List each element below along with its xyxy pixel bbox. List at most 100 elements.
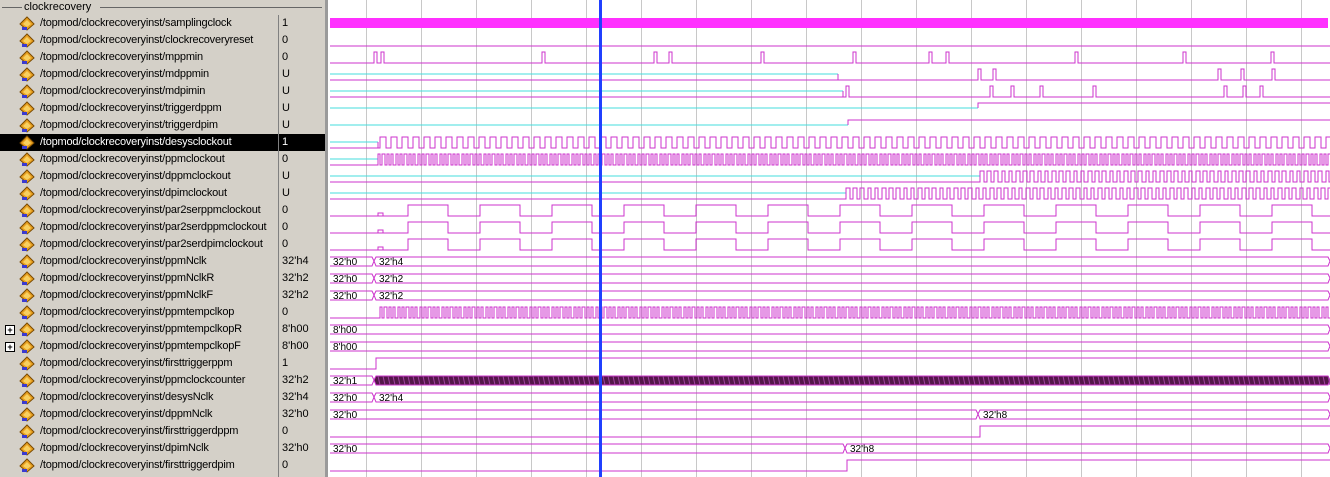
wave-icon	[19, 220, 35, 235]
signal-list-panel: clockrecovery /topmod/clockrecoveryinst/…	[0, 0, 325, 477]
signal-value: U	[282, 170, 290, 182]
signal-row[interactable]: + /topmod/clockrecoveryinst/ppmtempclkop…	[0, 338, 325, 355]
signal-row[interactable]: /topmod/clockrecoveryinst/ppmclockout 0	[0, 151, 325, 168]
signal-value: 8'h00	[282, 323, 309, 335]
signal-row[interactable]: /topmod/clockrecoveryinst/clockrecoveryr…	[0, 32, 325, 49]
signal-name: /topmod/clockrecoveryinst/triggerdpim	[40, 119, 218, 131]
bus-value-label: 32'h8	[983, 410, 1008, 421]
signal-value: 0	[282, 153, 289, 165]
wave-icon	[19, 203, 35, 218]
signal-trace	[330, 306, 1330, 319]
bus-segment	[330, 409, 979, 420]
signal-value: 32'h2	[282, 272, 309, 284]
signal-row[interactable]: /topmod/clockrecoveryinst/ppmNclk 32'h4	[0, 253, 325, 270]
signal-value: U	[282, 85, 290, 97]
signal-row[interactable]: /topmod/clockrecoveryinst/firsttriggerdp…	[0, 457, 325, 474]
waveform-pane[interactable]: 32'h0 32'h4 32'h0 32'h2 32'h0 32'h2 8'h00 8'h00…	[328, 0, 1330, 477]
signal-trace	[330, 238, 1330, 251]
signal-trace	[330, 51, 1330, 64]
signal-trace	[330, 18, 1328, 28]
signal-name: /topmod/clockrecoveryinst/ppmtempclkopR	[40, 323, 242, 335]
signal-row[interactable]: /topmod/clockrecoveryinst/dppmclockout U	[0, 168, 325, 185]
signal-row[interactable]: /topmod/clockrecoveryinst/desysclockout 1	[0, 134, 325, 151]
bus-segment	[330, 324, 1330, 335]
group-header[interactable]: clockrecovery	[0, 0, 325, 15]
bus-segment	[373, 290, 1330, 301]
signal-name: /topmod/clockrecoveryinst/dpimNclk	[40, 442, 209, 454]
signal-trace	[847, 119, 1330, 125]
signal-name: /topmod/clockrecoveryinst/mppmin	[40, 51, 203, 63]
bus-value-label: 32'h8	[850, 444, 875, 455]
signal-name: /topmod/clockrecoveryinst/firsttriggerpp…	[40, 357, 233, 369]
bus-value-label: 32'h0	[333, 393, 358, 404]
signal-row[interactable]: /topmod/clockrecoveryinst/ppmNclkR 32'h2	[0, 270, 325, 287]
signal-row[interactable]: /topmod/clockrecoveryinst/triggerdpim U	[0, 117, 325, 134]
expand-icon[interactable]: +	[5, 342, 15, 352]
signal-name: /topmod/clockrecoveryinst/par2serdppmclo…	[40, 221, 267, 233]
signal-row[interactable]: /topmod/clockrecoveryinst/mppmin 0	[0, 49, 325, 66]
signal-trace	[330, 221, 1330, 234]
wave-icon	[19, 322, 35, 337]
signal-value: 1	[282, 357, 289, 369]
expand-icon[interactable]: +	[5, 325, 15, 335]
wave-icon	[19, 254, 35, 269]
signal-trace	[330, 357, 1330, 370]
bus-value-label: 32'h1	[333, 376, 358, 387]
signal-name: /topmod/clockrecoveryinst/dppmclockout	[40, 170, 231, 182]
signal-name: /topmod/clockrecoveryinst/clockrecoveryr…	[40, 34, 254, 46]
signal-name: /topmod/clockrecoveryinst/par2serppmcloc…	[40, 204, 261, 216]
bus-value-label: 8'h00	[333, 342, 358, 353]
signal-row[interactable]: /topmod/clockrecoveryinst/ppmNclkF 32'h2	[0, 287, 325, 304]
value-column-divider[interactable]	[278, 15, 279, 477]
signal-name: /topmod/clockrecoveryinst/firsttriggerdp…	[40, 459, 235, 471]
signal-row[interactable]: + /topmod/clockrecoveryinst/ppmtempclkop…	[0, 321, 325, 338]
bus-segment	[373, 273, 1330, 284]
signal-value: 1	[282, 17, 289, 29]
bus-segment	[373, 375, 1330, 386]
signal-value: 0	[282, 238, 289, 250]
signal-row[interactable]: /topmod/clockrecoveryinst/mdpimin U	[0, 83, 325, 100]
signal-name: /topmod/clockrecoveryinst/dpimclockout	[40, 187, 227, 199]
wave-icon	[19, 135, 35, 150]
bus-value-label: 32'h0	[333, 274, 358, 285]
signal-trace	[330, 204, 1330, 217]
signal-row[interactable]: /topmod/clockrecoveryinst/samplingclock 1	[0, 15, 325, 32]
wave-icon	[19, 271, 35, 286]
signal-row[interactable]: /topmod/clockrecoveryinst/desysNclk 32'h4	[0, 389, 325, 406]
signal-trace	[837, 74, 840, 81]
signal-row[interactable]: /topmod/clockrecoveryinst/triggerdppm U	[0, 100, 325, 117]
bus-value-label: 32'h0	[333, 444, 358, 455]
signal-value: 32'h4	[282, 391, 309, 403]
wave-icon	[19, 458, 35, 473]
signal-row[interactable]: /topmod/clockrecoveryinst/firsttriggerpp…	[0, 355, 325, 372]
signal-value: 32'h0	[282, 442, 309, 454]
waveform-canvas[interactable]: 32'h0 32'h4 32'h0 32'h2 32'h0 32'h2 8'h00 8'h00…	[328, 0, 1330, 477]
signal-name: /topmod/clockrecoveryinst/ppmclockcounte…	[40, 374, 246, 386]
signal-name: /topmod/clockrecoveryinst/firsttriggerdp…	[40, 425, 239, 437]
wave-icon	[19, 390, 35, 405]
bus-segment	[373, 256, 1330, 267]
bus-segment	[977, 409, 1330, 420]
group-divider-right	[100, 7, 322, 8]
signal-trace	[330, 459, 1330, 472]
signal-row[interactable]: /topmod/clockrecoveryinst/par2serdpimclo…	[0, 236, 325, 253]
signal-name: /topmod/clockrecoveryinst/mdpimin	[40, 85, 206, 97]
signal-row[interactable]: /topmod/clockrecoveryinst/ppmclockcounte…	[0, 372, 325, 389]
signal-row[interactable]: /topmod/clockrecoveryinst/mdppmin U	[0, 66, 325, 83]
signal-row[interactable]: /topmod/clockrecoveryinst/par2serdppmclo…	[0, 219, 325, 236]
signal-row[interactable]: /topmod/clockrecoveryinst/ppmtempclkop 0	[0, 304, 325, 321]
signal-name: /topmod/clockrecoveryinst/samplingclock	[40, 17, 232, 29]
signal-row[interactable]: /topmod/clockrecoveryinst/firsttriggerdp…	[0, 423, 325, 440]
signal-value: U	[282, 102, 290, 114]
bus-value-label: 32'h0	[333, 257, 358, 268]
wave-icon	[19, 373, 35, 388]
signal-row[interactable]: /topmod/clockrecoveryinst/par2serppmcloc…	[0, 202, 325, 219]
bus-value-label: 32'h4	[379, 257, 404, 268]
signal-trace	[977, 102, 1330, 108]
signal-row[interactable]: /topmod/clockrecoveryinst/dppmNclk 32'h0	[0, 406, 325, 423]
bus-segment	[330, 443, 846, 454]
signal-value: 0	[282, 34, 289, 46]
signal-row[interactable]: /topmod/clockrecoveryinst/dpimNclk 32'h0	[0, 440, 325, 457]
wave-icon	[19, 152, 35, 167]
signal-row[interactable]: /topmod/clockrecoveryinst/dpimclockout U	[0, 185, 325, 202]
